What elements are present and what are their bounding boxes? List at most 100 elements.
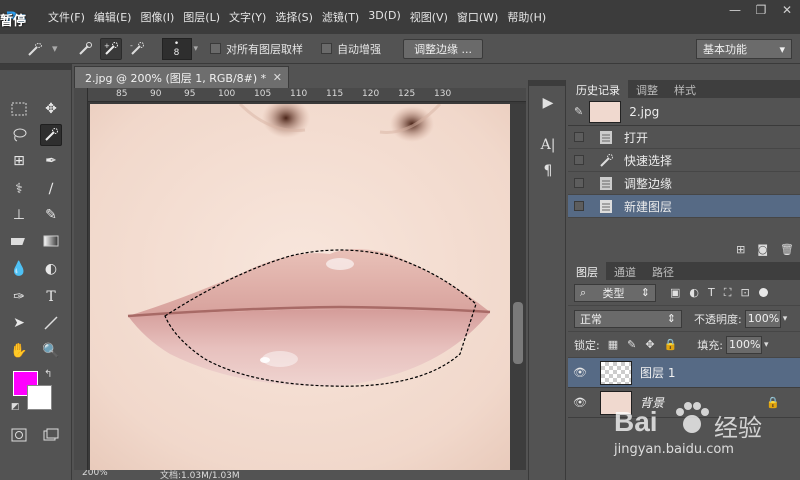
paragraph-panel-button[interactable]: ¶ xyxy=(535,160,561,182)
brush-tool[interactable]: ∕ xyxy=(40,178,62,200)
default-colors-icon[interactable]: ◩ xyxy=(11,402,20,412)
sample-all-layers-option[interactable]: 对所有图层取样 xyxy=(210,41,303,57)
status-zoom[interactable]: 200% xyxy=(82,470,108,478)
tool-preset-picker[interactable] xyxy=(24,38,46,60)
scrollbar-thumb[interactable] xyxy=(513,302,523,364)
lock-all-icon[interactable]: 🔒 xyxy=(664,338,678,351)
menu-filter[interactable]: 滤镜(T) xyxy=(322,9,368,25)
tab-layers[interactable]: 图层 xyxy=(568,262,606,280)
tab-channels[interactable]: 通道 xyxy=(606,262,644,280)
eyedropper-icon: ✒ xyxy=(45,153,57,169)
brush-size-picker[interactable]: • 8 xyxy=(161,37,192,60)
restore-icon[interactable]: ❐ xyxy=(748,0,774,20)
visibility-eye-icon[interactable]: 👁 xyxy=(568,396,592,409)
menu-select[interactable]: 选择(S) xyxy=(275,9,322,25)
add-to-selection-button[interactable]: + xyxy=(99,37,122,60)
menu-help[interactable]: 帮助(H) xyxy=(507,9,555,25)
history-item[interactable]: 快速选择 xyxy=(568,149,800,172)
tab-paths[interactable]: 路径 xyxy=(644,262,682,280)
visibility-eye-icon[interactable]: 👁 xyxy=(568,366,592,379)
eyedropper-tool[interactable]: ✒ xyxy=(40,150,62,172)
lock-position-icon[interactable]: ✥ xyxy=(645,338,654,351)
menu-type[interactable]: 文字(Y) xyxy=(229,9,275,25)
path-selection-tool[interactable]: ➤ xyxy=(8,312,30,334)
background-color-swatch[interactable] xyxy=(27,385,52,410)
menu-window[interactable]: 窗口(W) xyxy=(457,9,507,25)
character-panel-button[interactable]: A| xyxy=(535,134,561,156)
history-brush-tool[interactable]: ✎ xyxy=(40,204,62,226)
new-selection-button[interactable] xyxy=(74,38,96,60)
layer-filter-select[interactable]: ⌕ 类型 ⇕ xyxy=(574,283,656,302)
pen-tool[interactable]: ✑ xyxy=(8,286,30,308)
tab-styles[interactable]: 样式 xyxy=(666,80,704,98)
tab-adjustments[interactable]: 调整 xyxy=(628,80,666,98)
image-filter-icon[interactable]: ▣ xyxy=(670,286,680,300)
zoom-tool[interactable]: 🔍 xyxy=(40,340,62,362)
minimize-icon[interactable]: — xyxy=(722,0,748,20)
tab-history[interactable]: 历史记录 xyxy=(568,80,628,98)
screen-mode-button[interactable] xyxy=(40,424,62,446)
eraser-tool[interactable] xyxy=(8,230,30,252)
move-tool[interactable]: ✥ xyxy=(40,98,62,120)
history-item[interactable]: 调整边缘 xyxy=(568,172,800,195)
image-canvas[interactable] xyxy=(90,104,510,470)
type-tool[interactable]: T xyxy=(40,286,62,308)
quick-mask-button[interactable] xyxy=(8,424,30,446)
adjustment-filter-icon[interactable]: ◐ xyxy=(689,286,699,300)
lock-pixels-icon[interactable]: ✎ xyxy=(627,338,636,351)
line-tool[interactable] xyxy=(40,312,62,334)
crop-tool[interactable]: ⊞ xyxy=(8,150,30,172)
trash-icon[interactable]: 🗑 xyxy=(780,243,794,256)
history-item[interactable]: 打开 xyxy=(568,126,800,149)
layer-row[interactable]: 👁 背景 🔒 xyxy=(568,388,800,418)
layer-row[interactable]: 👁 图层 1 xyxy=(568,358,800,388)
marquee-tool[interactable] xyxy=(8,98,30,120)
play-action-button[interactable]: ▶ xyxy=(535,92,561,114)
menu-view[interactable]: 视图(V) xyxy=(410,9,457,25)
opacity-input[interactable]: 100% xyxy=(744,309,781,328)
menu-image[interactable]: 图像(I) xyxy=(140,9,183,25)
chevron-down-icon[interactable]: ▾ xyxy=(764,340,769,350)
auto-enhance-checkbox[interactable] xyxy=(321,43,333,54)
menu-3d[interactable]: 3D(D) xyxy=(368,9,410,25)
filter-toggle-icon[interactable] xyxy=(758,287,768,297)
menu-edit[interactable]: 编辑(E) xyxy=(94,9,141,25)
history-source-checkbox[interactable] xyxy=(574,178,584,188)
type-filter-icon[interactable]: T xyxy=(708,286,715,300)
healing-brush-tool[interactable]: ⚕ xyxy=(8,178,30,200)
blur-tool[interactable]: 💧 xyxy=(8,258,30,280)
camera-icon[interactable]: ◙ xyxy=(757,243,768,256)
document-tab[interactable]: 2.jpg @ 200% (图层 1, RGB/8#) * ✕ xyxy=(74,66,289,88)
auto-enhance-option[interactable]: 自动增强 xyxy=(321,41,381,57)
gradient-tool[interactable] xyxy=(40,230,62,252)
refine-edge-button[interactable]: 调整边缘 ... xyxy=(403,38,484,59)
history-brush-source-icon[interactable]: ✎ xyxy=(574,105,583,118)
dodge-tool[interactable]: ◐ xyxy=(40,258,62,280)
history-source-checkbox[interactable] xyxy=(574,155,584,165)
history-item-selected[interactable]: 新建图层 xyxy=(568,195,800,218)
history-source-checkbox[interactable] xyxy=(574,201,584,211)
workspace-select[interactable]: 基本功能 ▾ xyxy=(696,39,792,59)
lock-transparent-icon[interactable]: ▦ xyxy=(608,338,618,351)
menu-layer[interactable]: 图层(L) xyxy=(183,9,229,25)
history-snapshot[interactable]: ✎ 2.jpg xyxy=(568,98,800,126)
fill-input[interactable]: 100% xyxy=(725,335,762,354)
lasso-tool[interactable] xyxy=(8,124,30,146)
document-icon xyxy=(600,130,612,144)
hand-tool[interactable]: ✋ xyxy=(8,340,30,362)
smart-object-filter-icon[interactable]: ⊡ xyxy=(740,286,749,300)
history-source-checkbox[interactable] xyxy=(574,132,584,142)
shape-filter-icon[interactable]: ⛶ xyxy=(724,286,732,300)
quick-selection-tool[interactable] xyxy=(40,124,62,146)
clone-stamp-tool[interactable]: ⊥ xyxy=(8,204,30,226)
close-tab-icon[interactable]: ✕ xyxy=(273,71,282,84)
sample-all-layers-checkbox[interactable] xyxy=(210,43,222,54)
blend-mode-select[interactable]: 正常 ⇕ xyxy=(574,309,682,328)
subtract-from-selection-button[interactable]: - xyxy=(126,38,148,60)
vertical-scrollbar[interactable] xyxy=(510,104,526,470)
new-document-from-state-icon[interactable]: ⊞ xyxy=(736,243,745,256)
menu-file[interactable]: 文件(F) xyxy=(48,9,94,25)
swap-colors-icon[interactable]: ↰ xyxy=(44,369,52,380)
close-icon[interactable]: ✕ xyxy=(774,0,800,20)
chevron-down-icon[interactable]: ▾ xyxy=(783,314,788,324)
